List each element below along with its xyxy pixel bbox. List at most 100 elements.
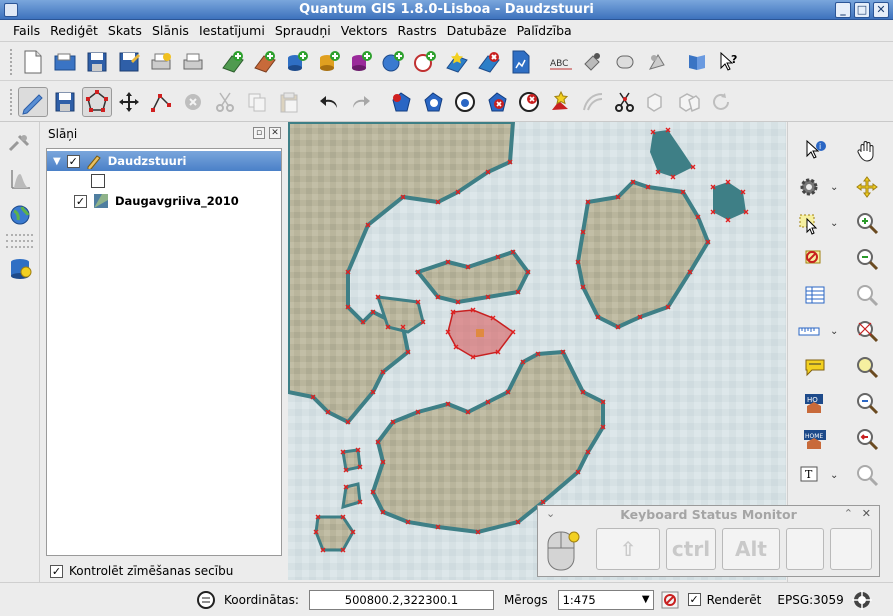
zoom-out-icon[interactable]	[852, 244, 882, 274]
move-feature-icon[interactable]	[114, 87, 144, 117]
zoom-full-icon[interactable]	[852, 280, 882, 310]
zoom-to-layer-icon[interactable]	[852, 352, 882, 382]
split-icon[interactable]	[610, 87, 640, 117]
menu-layer[interactable]: Slānis	[147, 20, 194, 42]
add-ring-icon[interactable]	[386, 87, 416, 117]
add-wfs-icon[interactable]	[378, 47, 408, 77]
globe-icon[interactable]	[5, 200, 35, 230]
delete-ring-icon[interactable]	[482, 87, 512, 117]
gear-icon[interactable]	[794, 172, 824, 202]
measure-icon[interactable]	[794, 316, 824, 346]
add-part-icon[interactable]	[418, 87, 448, 117]
save-as-icon[interactable]	[114, 47, 144, 77]
toolbar-grip[interactable]	[10, 88, 13, 115]
add-mssql-icon[interactable]	[346, 47, 376, 77]
map-tips-icon[interactable]	[800, 352, 830, 382]
chevron-down-icon[interactable]: ⌄	[830, 218, 838, 229]
histogram-icon[interactable]	[5, 164, 35, 194]
pan-hand-icon[interactable]	[852, 136, 882, 166]
new-project-icon[interactable]	[18, 47, 48, 77]
offset-curve-icon[interactable]	[578, 87, 608, 117]
text-annotation-icon[interactable]: T	[794, 460, 824, 490]
menu-file[interactable]: Fails	[8, 20, 45, 42]
add-raster-icon[interactable]	[218, 47, 248, 77]
chevron-down-icon[interactable]: ⌄	[830, 182, 838, 193]
toggle-editing-icon[interactable]	[18, 86, 48, 117]
print-composer-icon[interactable]	[146, 47, 176, 77]
add-spatialite-icon[interactable]	[314, 47, 344, 77]
menu-vector[interactable]: Vektors	[336, 20, 393, 42]
remove-layer-icon[interactable]	[474, 47, 504, 77]
add-postgis-icon[interactable]	[282, 47, 312, 77]
add-vertex-icon[interactable]	[146, 87, 176, 117]
close-icon[interactable]: ✕	[862, 507, 871, 520]
database-icon[interactable]	[5, 254, 35, 284]
add-wcs-icon[interactable]	[506, 47, 536, 77]
identify-icon[interactable]: i	[800, 136, 830, 166]
menu-help[interactable]: Palīdzība	[512, 20, 577, 42]
rotate-icon[interactable]	[706, 87, 736, 117]
zoom-in-icon[interactable]	[852, 208, 882, 238]
delete-part-icon[interactable]	[514, 87, 544, 117]
zoom-to-selection-icon[interactable]	[852, 316, 882, 346]
render-order-control[interactable]: ✓ Kontrolēt zīmēšanas secību	[50, 564, 233, 578]
menu-raster[interactable]: Rastrs	[392, 20, 441, 42]
node-tool-icon[interactable]	[82, 86, 112, 117]
float-panel-icon[interactable]: ▫	[253, 127, 265, 139]
layer-visibility-checkbox[interactable]: ✓	[74, 194, 87, 208]
merge-attrs-icon[interactable]	[674, 87, 704, 117]
menu-edit[interactable]: Rediģēt	[45, 20, 103, 42]
close-panel-icon[interactable]: ✕	[269, 127, 281, 139]
menu-plugins[interactable]: Spraudņi	[270, 20, 336, 42]
scale-select[interactable]: 1:475 ▼	[557, 589, 654, 610]
window-menu-icon[interactable]	[4, 3, 18, 17]
copy-icon[interactable]	[242, 87, 272, 117]
deselect-icon[interactable]	[800, 244, 830, 274]
close-icon[interactable]: ✕	[873, 2, 889, 18]
paste-icon[interactable]	[274, 87, 304, 117]
render-checkbox[interactable]: ✓	[687, 593, 701, 606]
fill-ring-icon[interactable]	[450, 87, 480, 117]
open-project-icon[interactable]	[50, 47, 80, 77]
render-order-checkbox[interactable]: ✓	[50, 564, 63, 578]
crs-label[interactable]: EPSG:3059	[777, 593, 843, 607]
save-edits-icon[interactable]	[50, 87, 80, 117]
menu-database[interactable]: Datubāze	[442, 20, 512, 42]
crs-status-icon[interactable]	[851, 589, 872, 610]
maximize-icon[interactable]: □	[854, 2, 870, 18]
label-icon[interactable]: ABC	[546, 47, 576, 77]
select-icon[interactable]	[794, 208, 824, 238]
menu-settings[interactable]: Iestatījumi	[194, 20, 270, 42]
gps-tool-icon[interactable]	[5, 128, 35, 158]
undo-icon[interactable]	[314, 87, 344, 117]
help-book-icon[interactable]	[682, 47, 712, 77]
attribute-table-icon[interactable]	[800, 280, 830, 310]
add-wms-icon[interactable]	[250, 47, 280, 77]
zoom-back-icon[interactable]	[852, 424, 882, 454]
layer-row-daudzstuuri[interactable]: ▼ ✓ Daudzstuuri	[47, 151, 281, 171]
chevron-down-icon[interactable]: ⌄	[830, 470, 838, 481]
delete-selected-icon[interactable]	[178, 87, 208, 117]
chevron-down-icon[interactable]: ⌄	[830, 326, 838, 337]
plugin-icon[interactable]	[578, 47, 608, 77]
print-icon[interactable]	[178, 47, 208, 77]
merge-icon[interactable]	[642, 87, 672, 117]
new-vector-icon[interactable]	[442, 47, 472, 77]
layer-visibility-checkbox[interactable]: ✓	[66, 154, 80, 168]
add-delimited-icon[interactable]	[410, 47, 440, 77]
menu-view[interactable]: Skats	[103, 20, 147, 42]
reshape-icon[interactable]	[546, 87, 576, 117]
zoom-last-icon[interactable]	[852, 388, 882, 418]
layer-row-daugavgriiva[interactable]: ✓ Daugavgriiva_2010	[47, 191, 281, 211]
save-project-icon[interactable]	[82, 47, 112, 77]
redo-icon[interactable]	[346, 87, 376, 117]
zoom-next-icon[interactable]	[852, 460, 882, 490]
pan-to-selection-icon[interactable]	[852, 172, 882, 202]
plugin2-icon[interactable]	[610, 47, 640, 77]
coordinate-toggle-icon[interactable]	[196, 590, 216, 610]
minimize-icon[interactable]: _	[835, 2, 851, 18]
cut-icon[interactable]	[210, 87, 240, 117]
whats-this-icon[interactable]: ?	[714, 47, 744, 77]
chevron-up-icon[interactable]: ⌃	[844, 507, 853, 520]
show-bookmarks-icon[interactable]: HOME	[800, 424, 830, 454]
